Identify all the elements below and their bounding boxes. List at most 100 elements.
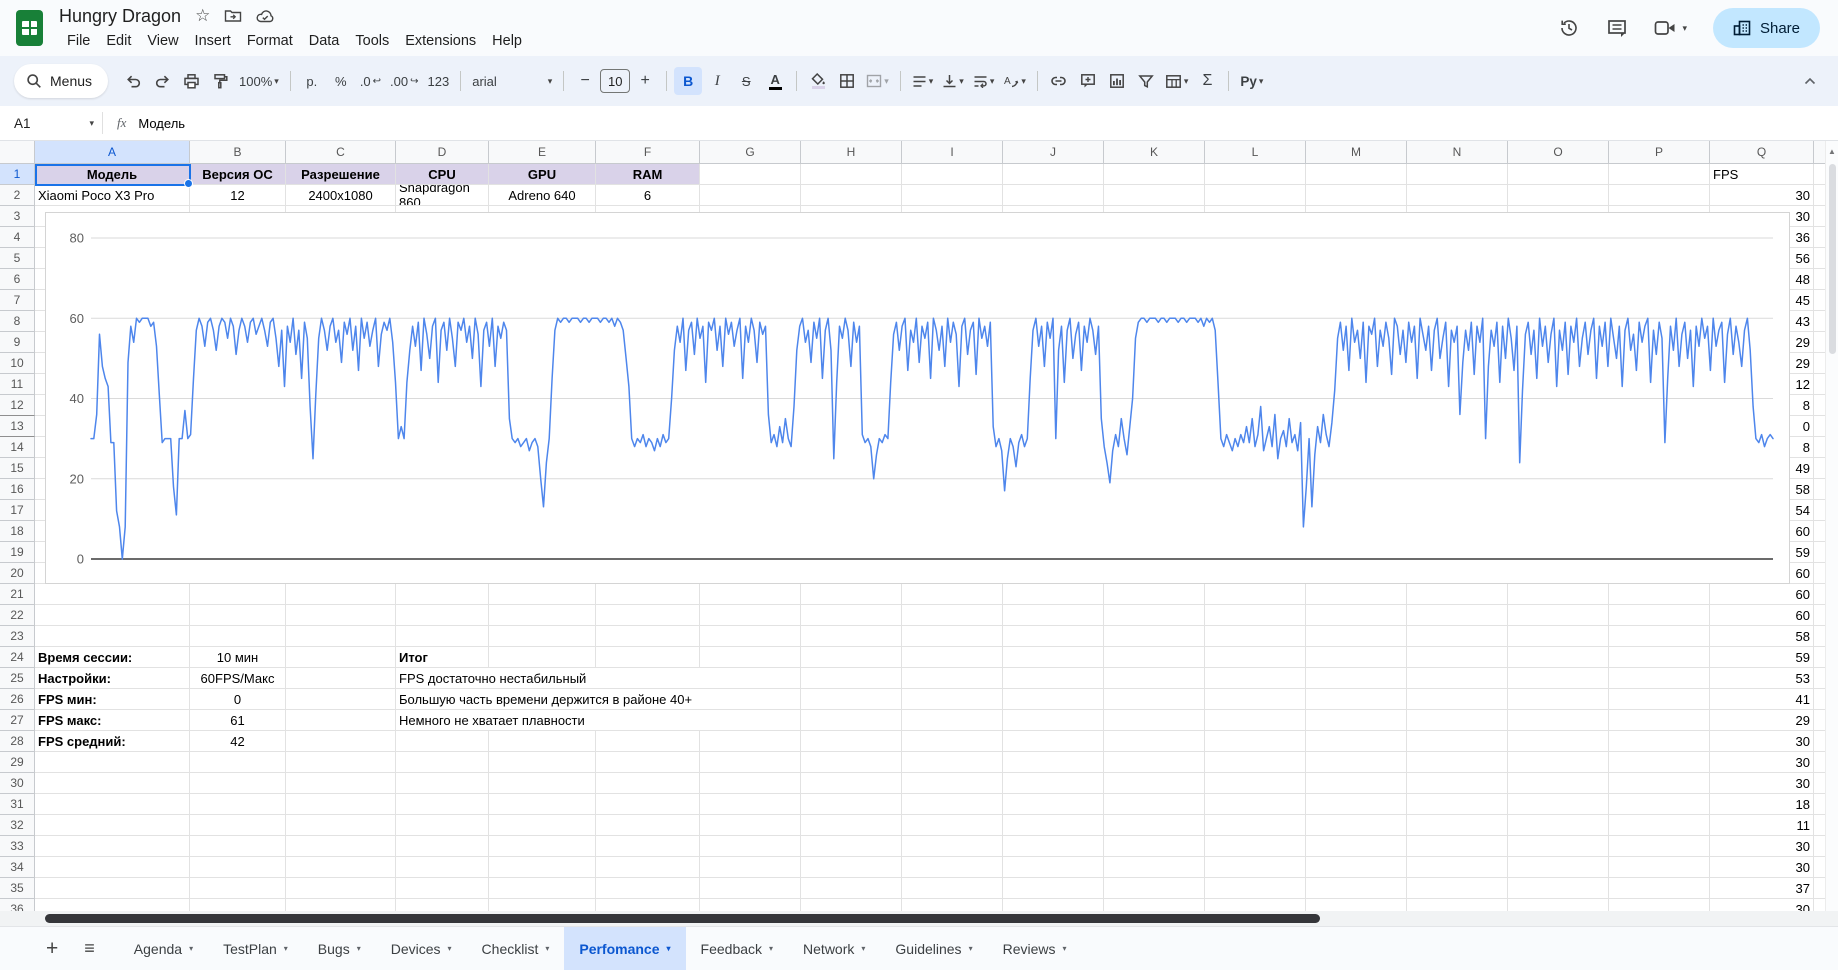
column-header-J[interactable]: J (1003, 141, 1104, 164)
cell[interactable] (1306, 584, 1407, 605)
cell[interactable]: 30 (1710, 857, 1814, 878)
cell[interactable] (1104, 773, 1205, 794)
cell[interactable] (1407, 626, 1508, 647)
cell[interactable] (596, 752, 700, 773)
menu-insert[interactable]: Insert (187, 31, 239, 51)
version-history-icon[interactable] (1558, 17, 1580, 39)
cell[interactable] (1104, 626, 1205, 647)
cell[interactable] (1205, 164, 1306, 185)
cell[interactable]: 60 (1710, 605, 1814, 626)
currency-format-button[interactable]: р. (298, 67, 326, 95)
cell[interactable]: FPS (1710, 164, 1814, 185)
row-header-30[interactable]: 30 (0, 773, 35, 794)
cell[interactable] (489, 626, 596, 647)
cell[interactable] (489, 584, 596, 605)
cell[interactable] (801, 752, 902, 773)
menu-help[interactable]: Help (484, 31, 530, 51)
cell[interactable] (801, 710, 902, 731)
redo-button[interactable] (148, 67, 176, 95)
cell[interactable]: Настройки: (35, 668, 190, 689)
cell[interactable] (1508, 878, 1609, 899)
cell[interactable] (286, 878, 396, 899)
cell[interactable] (396, 899, 489, 911)
cell[interactable] (1508, 689, 1609, 710)
cell[interactable] (1306, 836, 1407, 857)
bold-button[interactable]: B (674, 67, 702, 95)
cell[interactable] (1104, 605, 1205, 626)
cell[interactable] (1508, 605, 1609, 626)
horizontal-scrollbar[interactable] (0, 911, 1838, 926)
cell[interactable]: FPS макс: (35, 710, 190, 731)
cell[interactable] (700, 731, 801, 752)
cell[interactable] (1205, 836, 1306, 857)
row-header-17[interactable]: 17 (0, 500, 35, 521)
cell[interactable] (902, 899, 1003, 911)
cell[interactable] (596, 773, 700, 794)
column-header-B[interactable]: B (190, 141, 286, 164)
cell[interactable] (1003, 710, 1104, 731)
cell[interactable] (1609, 773, 1710, 794)
cell[interactable] (801, 878, 902, 899)
fill-color-button[interactable] (804, 67, 832, 95)
sheet-tab-guidelines[interactable]: Guidelines▾ (880, 927, 987, 970)
cell[interactable] (1003, 857, 1104, 878)
cell[interactable]: 10 мин (190, 647, 286, 668)
cell[interactable] (489, 878, 596, 899)
cell[interactable] (1609, 605, 1710, 626)
cell[interactable] (1205, 647, 1306, 668)
row-header-1[interactable]: 1 (0, 164, 35, 185)
cell[interactable] (1003, 794, 1104, 815)
cell[interactable] (1508, 164, 1609, 185)
zoom-select[interactable]: 100% ▾ (235, 67, 283, 95)
cell[interactable] (190, 752, 286, 773)
cell[interactable] (1407, 752, 1508, 773)
formula-input[interactable]: Модель (138, 116, 185, 131)
cell[interactable]: GPU (489, 164, 596, 185)
cell[interactable] (801, 185, 902, 206)
cell[interactable] (286, 752, 396, 773)
horizontal-scroll-thumb[interactable] (45, 914, 1320, 923)
cell[interactable] (396, 794, 489, 815)
cell[interactable]: Adreno 640 (489, 185, 596, 206)
cell[interactable] (190, 857, 286, 878)
cell[interactable] (902, 836, 1003, 857)
cell[interactable] (1306, 164, 1407, 185)
cell[interactable] (801, 626, 902, 647)
cell[interactable]: 37 (1710, 878, 1814, 899)
row-header-24[interactable]: 24 (0, 647, 35, 668)
cell[interactable] (1407, 878, 1508, 899)
cell[interactable]: 0 (190, 689, 286, 710)
cell[interactable] (902, 710, 1003, 731)
cell[interactable] (35, 794, 190, 815)
row-header-5[interactable]: 5 (0, 248, 35, 269)
cell[interactable] (1205, 815, 1306, 836)
cell[interactable] (801, 773, 902, 794)
cell[interactable] (1104, 794, 1205, 815)
row-header-25[interactable]: 25 (0, 668, 35, 689)
name-box[interactable]: A1 ▾ (0, 116, 102, 131)
cell[interactable] (596, 794, 700, 815)
decrease-font-size-button[interactable]: − (571, 67, 599, 95)
row-header-12[interactable]: 12 (0, 395, 35, 416)
cell[interactable] (35, 815, 190, 836)
cell[interactable] (700, 647, 801, 668)
cell[interactable] (801, 668, 902, 689)
column-header-F[interactable]: F (596, 141, 700, 164)
cell[interactable]: 58 (1710, 626, 1814, 647)
cell[interactable] (596, 899, 700, 911)
cell[interactable] (801, 605, 902, 626)
cell[interactable] (396, 857, 489, 878)
cell[interactable] (1609, 857, 1710, 878)
cell[interactable] (902, 164, 1003, 185)
cell[interactable] (1508, 185, 1609, 206)
menu-edit[interactable]: Edit (98, 31, 139, 51)
cell[interactable] (801, 731, 902, 752)
strikethrough-button[interactable]: S (732, 67, 760, 95)
row-header-2[interactable]: 2 (0, 185, 35, 206)
cell[interactable]: 30 (1710, 185, 1814, 206)
cell[interactable]: 30 (1710, 836, 1814, 857)
cell[interactable]: Модель (35, 164, 190, 185)
cell[interactable] (1609, 752, 1710, 773)
insert-link-button[interactable] (1045, 67, 1073, 95)
cell[interactable] (1508, 794, 1609, 815)
